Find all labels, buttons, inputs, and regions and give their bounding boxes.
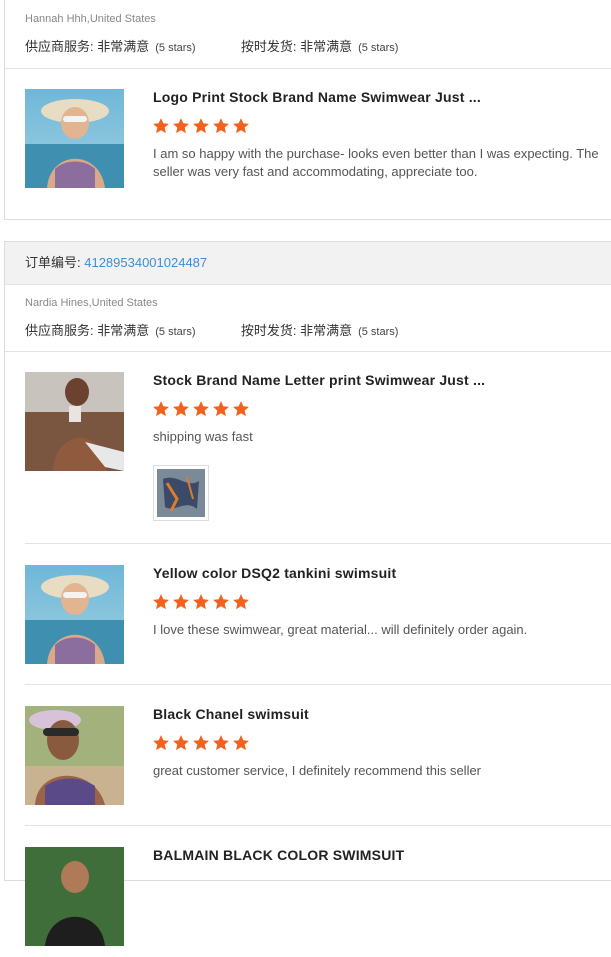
star-icon bbox=[212, 117, 230, 135]
product-title[interactable]: Logo Print Stock Brand Name Swimwear Jus… bbox=[153, 89, 481, 105]
star-icon bbox=[152, 400, 170, 418]
order-number-label: 订单编号: bbox=[25, 255, 85, 270]
feedback-item: Yellow color DSQ2 tankini swimsuit I lov… bbox=[25, 565, 611, 675]
seller-ratings: 供应商服务: 非常满意 (5 stars) 按时发货: 非常满意 (5 stars) bbox=[5, 320, 398, 339]
star-icon bbox=[172, 734, 190, 752]
star-icon bbox=[192, 593, 210, 611]
product-title[interactable]: Black Chanel swimsuit bbox=[153, 706, 309, 722]
product-thumbnail[interactable] bbox=[25, 706, 124, 805]
star-icon bbox=[172, 593, 190, 611]
shipping-value: 非常满意 bbox=[300, 39, 353, 54]
product-title[interactable]: Stock Brand Name Letter print Swimwear J… bbox=[153, 372, 485, 388]
star-icon bbox=[152, 593, 170, 611]
order-header: 订单编号: 41289534001024487 bbox=[5, 242, 611, 285]
product-thumbnail[interactable] bbox=[25, 372, 124, 471]
product-thumbnail[interactable] bbox=[25, 847, 124, 946]
review-text: I love these swimwear, great material...… bbox=[153, 622, 528, 637]
star-icon bbox=[232, 117, 250, 135]
star-rating bbox=[152, 734, 252, 752]
shipping-label: 按时发货: bbox=[240, 323, 301, 338]
review-text: I am so happy with the purchase- looks e… bbox=[153, 146, 599, 179]
supplier-service-value: 非常满意 bbox=[97, 39, 150, 54]
star-icon bbox=[192, 734, 210, 752]
feedback-item: BALMAIN BLACK COLOR SWIMSUIT bbox=[25, 847, 611, 957]
supplier-service-value: 非常满意 bbox=[97, 323, 150, 338]
review-text: shipping was fast bbox=[153, 429, 253, 444]
star-icon bbox=[232, 400, 250, 418]
star-rating bbox=[152, 593, 252, 611]
star-icon bbox=[172, 117, 190, 135]
supplier-service-label: 供应商服务: bbox=[25, 323, 98, 338]
review-photo-attachment[interactable] bbox=[153, 465, 209, 521]
product-thumbnail[interactable] bbox=[25, 565, 124, 664]
feedback-item: Black Chanel swimsuit great customer ser… bbox=[25, 706, 611, 816]
star-icon bbox=[152, 734, 170, 752]
shipping-stars: (5 stars) bbox=[358, 326, 399, 338]
star-rating bbox=[152, 400, 252, 418]
product-title[interactable]: Yellow color DSQ2 tankini swimsuit bbox=[153, 565, 396, 581]
buyer-name: Nardia Hines,United States bbox=[25, 297, 158, 309]
shipping-label: 按时发货: bbox=[240, 39, 301, 54]
star-icon bbox=[212, 734, 230, 752]
star-icon bbox=[232, 734, 250, 752]
shipping-stars: (5 stars) bbox=[358, 42, 399, 54]
star-rating bbox=[152, 117, 252, 135]
supplier-service-stars: (5 stars) bbox=[155, 326, 196, 338]
star-icon bbox=[212, 593, 230, 611]
star-icon bbox=[172, 400, 190, 418]
order-number-link[interactable]: 41289534001024487 bbox=[84, 255, 207, 270]
feedback-card: Hannah Hhh,United States 供应商服务: 非常满意 (5 s… bbox=[4, 0, 611, 220]
supplier-service-stars: (5 stars) bbox=[155, 42, 196, 54]
shipping-value: 非常满意 bbox=[300, 323, 353, 338]
star-icon bbox=[192, 400, 210, 418]
buyer-name: Hannah Hhh,United States bbox=[25, 13, 156, 25]
seller-ratings: 供应商服务: 非常满意 (5 stars) 按时发货: 非常满意 (5 stars) bbox=[5, 36, 398, 55]
review-text: great customer service, I definitely rec… bbox=[153, 763, 482, 778]
star-icon bbox=[192, 117, 210, 135]
product-thumbnail[interactable] bbox=[25, 89, 124, 188]
star-icon bbox=[152, 117, 170, 135]
star-icon bbox=[212, 400, 230, 418]
supplier-service-label: 供应商服务: bbox=[25, 39, 98, 54]
product-title[interactable]: BALMAIN BLACK COLOR SWIMSUIT bbox=[153, 847, 404, 863]
feedback-item: Logo Print Stock Brand Name Swimwear Jus… bbox=[25, 89, 611, 199]
star-icon bbox=[232, 593, 250, 611]
feedback-card: 订单编号: 41289534001024487 Nardia Hines,Uni… bbox=[4, 241, 611, 946]
feedback-item: Stock Brand Name Letter print Swimwear J… bbox=[25, 372, 611, 532]
